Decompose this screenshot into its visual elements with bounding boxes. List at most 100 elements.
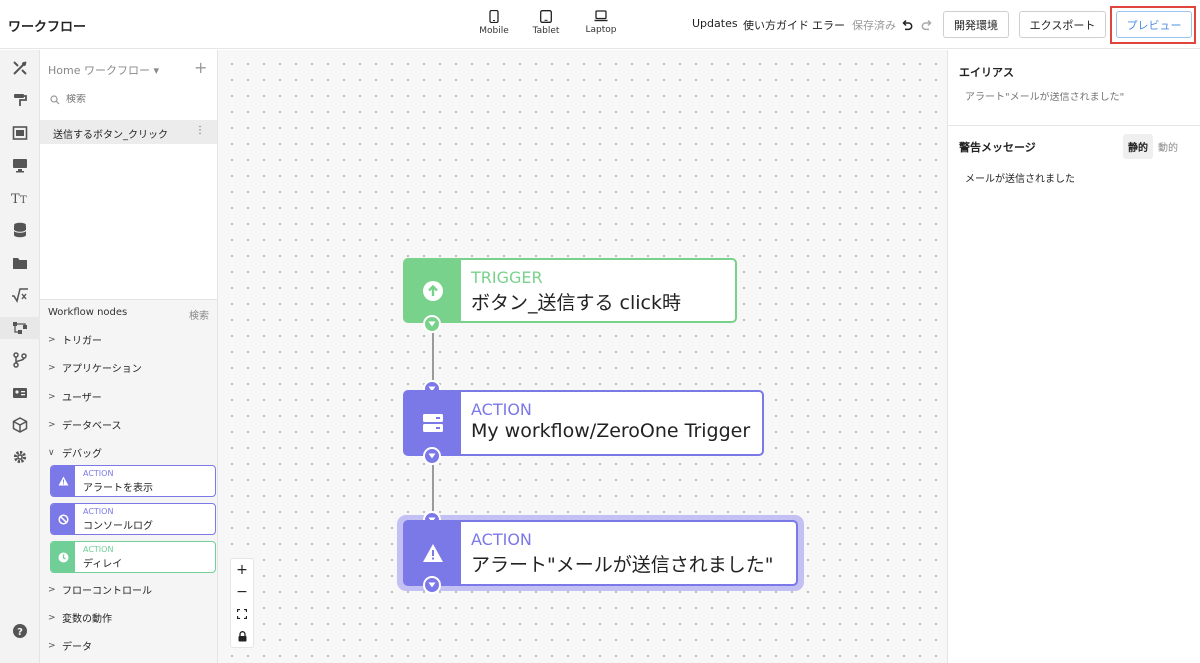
gear-icon[interactable] [11,448,29,466]
trigger-node[interactable]: TRIGGER ボタン_送信する click時 [403,258,737,323]
undo-icon[interactable] [901,16,913,35]
workflow-nodes-title: Workflow nodes [48,307,128,318]
chevron-right-icon: > [48,584,56,595]
node-name: コンソールログ [83,521,153,532]
node-kind: ACTION [83,469,114,478]
category-label: 変数の動作 [62,614,112,625]
category-flow-control[interactable]: > フローコントロール [48,582,152,598]
top-bar: ワークフロー Mobile Tablet Laptop Updates 使い方ガ… [0,0,1200,49]
action-node-alert[interactable]: ACTION アラート"メールが送信されました" [403,520,798,586]
id-card-icon[interactable] [11,384,29,402]
svg-text:T: T [20,195,27,206]
app-title: ワークフロー [8,20,87,35]
redo-icon[interactable] [921,16,933,35]
workflow-item[interactable]: 送信するボタン_クリック ⋮ [40,120,217,144]
node-name: My workflow/ZeroOne Trigger [471,420,751,442]
node-delay[interactable]: ACTION ディレイ [50,541,216,573]
category-variables[interactable]: > 変数の動作 [48,610,112,626]
branch-icon[interactable] [11,351,29,369]
zoom-out-icon[interactable]: − [231,581,253,603]
chevron-right-icon: > [48,362,56,373]
node-kind: TRIGGER [471,268,543,287]
action-output-connector[interactable] [423,576,441,594]
device-laptop-label: Laptop [585,25,617,35]
category-trigger[interactable]: > トリガー [48,332,102,348]
layout-icon[interactable] [11,124,29,142]
alias-input[interactable] [959,92,1189,103]
tablet-icon [540,10,552,23]
monitor-icon[interactable] [11,156,29,174]
workflow-canvas[interactable]: TRIGGER ボタン_送信する click時 ACTION My workflow… [218,50,947,663]
category-label: フローコントロール [62,586,152,597]
node-name: ディレイ [83,559,123,570]
mobile-icon [489,10,499,23]
node-kind: ACTION [83,507,114,516]
more-options-icon[interactable]: ⋮ [195,125,205,136]
preview-button[interactable]: プレビュー [1116,11,1192,38]
device-tablet-label: Tablet [532,26,560,36]
chevron-right-icon: > [48,334,56,345]
workflow-list-panel: Home ワークフロー ▾ + 送信するボタン_クリック ⋮ Workflow … [40,50,218,663]
arrow-up-circle-icon [405,260,461,321]
svg-text:T: T [11,192,20,206]
device-mobile[interactable]: Mobile [476,10,512,36]
updates-link[interactable]: Updates [692,17,738,30]
node-console-log[interactable]: ACTION コンソールログ [50,503,216,535]
section-divider [948,125,1200,126]
export-button[interactable]: エクスポート [1019,11,1106,38]
node-show-alert[interactable]: ACTION アラートを表示 [50,465,216,497]
add-workflow-icon[interactable]: + [194,58,207,77]
laptop-icon [594,10,608,22]
workflow-search-input[interactable] [66,94,206,105]
mode-static-tab[interactable]: 静的 [1123,134,1153,159]
error-link[interactable]: エラー [812,17,845,33]
folder-icon[interactable] [11,254,29,272]
guide-link[interactable]: 使い方ガイド [743,17,809,33]
action-output-connector[interactable] [423,447,441,465]
category-label: データベース [62,421,122,432]
device-tablet[interactable]: Tablet [528,10,564,36]
chevron-down-icon: ∨ [48,447,55,458]
blocked-icon [51,504,75,534]
workflow-item-label: 送信するボタン_クリック [53,130,168,141]
formula-icon[interactable] [11,286,29,304]
fit-view-icon[interactable] [231,603,253,625]
chevron-right-icon: > [48,640,56,651]
help-icon[interactable]: ? [11,622,29,640]
package-icon[interactable] [11,416,29,434]
category-label: ユーザー [62,393,102,404]
zoom-controls: + − [230,558,254,648]
design-tools-icon[interactable] [11,59,29,77]
node-kind: ACTION [471,530,532,549]
flow-connector-line [432,332,434,380]
trigger-output-connector[interactable] [423,315,441,333]
action-node-trigger-workflow[interactable]: ACTION My workflow/ZeroOne Trigger [403,390,764,456]
category-user[interactable]: > ユーザー [48,389,102,405]
category-label: データ [62,642,92,653]
text-icon[interactable]: TT [11,189,29,207]
category-database[interactable]: > データベース [48,417,122,433]
device-laptop[interactable]: Laptop [580,10,622,36]
workflow-search [50,94,206,105]
dev-env-button[interactable]: 開発環境 [943,11,1009,38]
database-icon[interactable] [11,221,29,239]
zoom-in-icon[interactable]: + [231,559,253,581]
workflow-nodes-search[interactable]: 検索 [189,307,209,322]
category-label: デバッグ [62,449,102,460]
clock-icon [51,542,75,572]
lock-icon[interactable] [231,625,253,647]
node-name: ボタン_送信する click時 [471,292,681,314]
paint-roller-icon[interactable] [11,91,29,109]
node-kind: ACTION [83,545,114,554]
device-switcher: Mobile Tablet Laptop [476,10,622,36]
workflow-nodes-panel: Workflow nodes 検索 > トリガー > アプリケーション > ユーザー … [40,299,217,663]
category-debug[interactable]: ∨ デバッグ [48,445,102,461]
alert-message-input[interactable] [965,172,1190,183]
category-data[interactable]: > データ [48,638,92,654]
workflow-icon[interactable] [0,317,40,339]
workflow-page-selector[interactable]: Home ワークフロー ▾ [48,62,159,78]
category-application[interactable]: > アプリケーション [48,360,142,376]
alias-label: エイリアス [959,66,1014,79]
caret-down-icon [428,321,436,327]
mode-dynamic-tab[interactable]: 動的 [1153,134,1183,159]
